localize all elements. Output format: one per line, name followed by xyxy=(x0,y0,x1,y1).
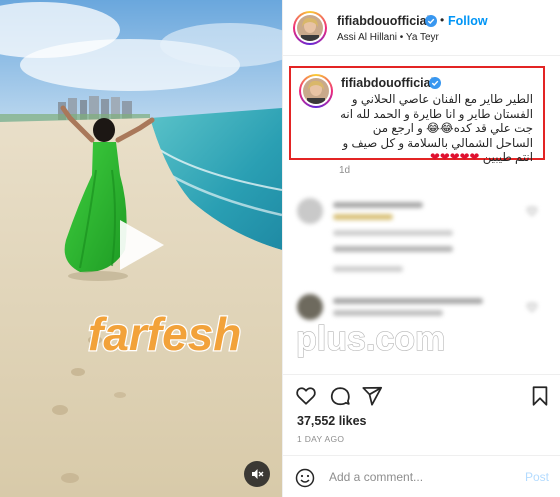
muted-speaker-icon xyxy=(252,469,264,479)
author-avatar[interactable] xyxy=(297,15,323,41)
post-caption: الطير طاير مع الفنان عاصي الحلاني و الفس… xyxy=(333,92,533,165)
comment-item xyxy=(297,198,537,238)
comment-item xyxy=(297,242,537,282)
comment-like-icon xyxy=(527,206,537,216)
post-header: fifiabdouofficial • Follow Assi Al Hilla… xyxy=(283,0,560,56)
bookmark-icon[interactable] xyxy=(529,385,551,407)
speech-bubble-icon[interactable] xyxy=(329,385,351,407)
caption-time-ago: 1d xyxy=(339,165,351,176)
post-details-panel: fifiabdouofficial • Follow Assi Al Hilla… xyxy=(282,0,560,497)
watermark-brand: farfesh xyxy=(88,308,241,360)
add-comment-bar: Post xyxy=(283,455,560,497)
post-date[interactable]: 1 DAY AGO xyxy=(297,434,344,444)
caption-author-username[interactable]: fifiabdouofficial xyxy=(341,76,434,90)
smiley-icon[interactable] xyxy=(295,468,315,488)
mute-toggle-button[interactable] xyxy=(244,461,270,487)
post-actions-bar xyxy=(283,374,560,414)
paper-plane-icon[interactable] xyxy=(361,385,383,407)
commenter-avatar xyxy=(297,198,323,224)
post-comment-button[interactable]: Post xyxy=(525,470,549,484)
play-button[interactable] xyxy=(112,216,168,274)
comment-like-icon xyxy=(527,302,537,312)
verified-badge-icon xyxy=(425,15,437,27)
watermark-suffix: plus.com xyxy=(296,320,445,358)
caption-hearts: ❤❤❤❤❤ xyxy=(429,150,480,164)
caption-author-avatar[interactable] xyxy=(303,78,329,104)
likes-count[interactable]: 37,552 likes xyxy=(297,414,367,428)
verified-badge-icon xyxy=(429,77,441,89)
author-username[interactable]: fifiabdouofficial xyxy=(337,14,430,28)
post-video[interactable] xyxy=(0,0,282,497)
follow-button[interactable]: Follow xyxy=(448,14,488,28)
separator-dot: • xyxy=(440,13,445,27)
farfeshplus-watermark-logo: farfesh plus.com xyxy=(87,307,446,360)
comment-input[interactable] xyxy=(329,467,509,487)
play-icon xyxy=(120,220,164,270)
caption-highlight-box: fifiabdouofficial الطير طاير مع الفنان ع… xyxy=(289,66,545,164)
audio-info[interactable]: Assi Al Hillani • Ya Teyr xyxy=(337,32,439,43)
heart-outline-icon[interactable] xyxy=(295,385,317,407)
